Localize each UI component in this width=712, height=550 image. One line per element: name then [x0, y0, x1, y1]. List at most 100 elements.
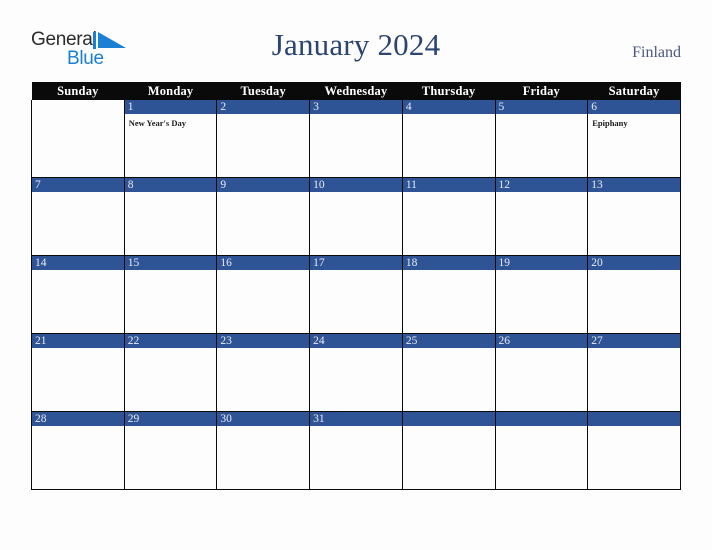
calendar-day-cell[interactable]: 5: [494, 100, 589, 178]
day-number: 15: [127, 257, 140, 269]
day-cell-inner: 18: [402, 256, 495, 333]
day-number-bar: 25: [402, 334, 495, 348]
weekday-header-thursday: Thursday: [402, 82, 496, 100]
calendar-empty-cell[interactable]: [494, 411, 589, 490]
day-number: 8: [127, 179, 134, 191]
calendar-day-cell[interactable]: 21: [31, 333, 125, 412]
calendar-empty-cell[interactable]: [587, 411, 681, 490]
day-number-bar: 29: [124, 412, 217, 426]
day-number-bar: 5: [495, 100, 588, 114]
day-number: 7: [35, 179, 41, 191]
day-cell-inner: [32, 100, 124, 177]
calendar-day-cell[interactable]: 23: [216, 333, 311, 412]
calendar-empty-cell[interactable]: [401, 411, 496, 490]
day-number-bar: [402, 412, 495, 426]
calendar-day-cell[interactable]: 30: [216, 411, 311, 490]
calendar-day-cell[interactable]: 11: [401, 177, 496, 256]
day-number-bar: 3: [310, 100, 402, 114]
holiday-event: Epiphany: [592, 118, 628, 128]
day-number-bar: 14: [32, 256, 124, 270]
calendar-day-cell[interactable]: 18: [401, 255, 496, 334]
day-cell-inner: 1 New Year's Day: [124, 100, 217, 177]
day-number-bar: 21: [32, 334, 124, 348]
calendar-day-cell[interactable]: 27: [587, 333, 681, 412]
day-number-bar: 10: [310, 178, 402, 192]
day-cell-inner: 19: [495, 256, 588, 333]
calendar-day-cell[interactable]: 1 New Year's Day: [123, 100, 218, 178]
day-number: 3: [313, 101, 319, 113]
calendar-day-cell[interactable]: 4: [401, 100, 496, 178]
day-number-bar: [588, 412, 680, 426]
day-number-bar: 24: [310, 334, 402, 348]
calendar-day-cell[interactable]: 20: [587, 255, 681, 334]
calendar-day-cell[interactable]: 9: [216, 177, 311, 256]
day-cell-inner: 12: [495, 178, 588, 255]
day-number: 16: [220, 257, 232, 269]
calendar-day-cell[interactable]: 6 Epiphany: [587, 100, 681, 178]
day-number-bar: 15: [124, 256, 217, 270]
day-cell-inner: 24: [310, 334, 402, 411]
day-number-bar: 18: [402, 256, 495, 270]
day-number: 5: [498, 101, 505, 113]
calendar-empty-cell[interactable]: [31, 100, 125, 178]
calendar-day-cell[interactable]: 13: [587, 177, 681, 256]
day-cell-inner: 25: [402, 334, 495, 411]
calendar-week-row: 28 29 30 31: [31, 411, 681, 490]
calendar-day-cell[interactable]: 28: [31, 411, 125, 490]
day-number-bar: 13: [588, 178, 680, 192]
calendar-day-cell[interactable]: 12: [494, 177, 589, 256]
calendar-day-cell[interactable]: 3: [309, 100, 403, 178]
calendar-day-cell[interactable]: 7: [31, 177, 125, 256]
day-cell-inner: 7: [32, 178, 124, 255]
day-cell-inner: 28: [32, 412, 124, 489]
day-number: 28: [35, 413, 47, 425]
day-number: 12: [498, 179, 511, 191]
holiday-event: New Year's Day: [128, 118, 186, 128]
calendar-day-cell[interactable]: 19: [494, 255, 589, 334]
calendar-day-cell[interactable]: 2: [216, 100, 311, 178]
calendar-day-cell[interactable]: 22: [123, 333, 218, 412]
page-header: General Blue January 2024 Finland: [0, 0, 712, 82]
calendar-day-cell[interactable]: 24: [309, 333, 403, 412]
calendar-body: 1 New Year's Day 2 3 4 5 6 Epiphany 7 8 9 10 11 12 13 1…: [31, 100, 681, 490]
day-number-bar: 23: [217, 334, 310, 348]
calendar-day-cell[interactable]: 16: [216, 255, 311, 334]
day-number-bar: [32, 100, 124, 114]
weekday-header-sunday: Sunday: [31, 82, 125, 100]
day-number-bar: 27: [588, 334, 680, 348]
day-cell-inner: 9: [217, 178, 310, 255]
calendar-week-row: 1 New Year's Day 2 3 4 5 6 Epiphany: [31, 100, 681, 178]
day-number: 21: [35, 335, 47, 347]
calendar-week-row: 14 15 16 17 18 19 20: [31, 255, 681, 334]
page-title: January 2024: [271, 27, 441, 62]
calendar-day-cell[interactable]: 29: [123, 411, 218, 490]
calendar-day-cell[interactable]: 26: [494, 333, 589, 412]
weekday-header-friday: Friday: [495, 82, 588, 100]
day-events: New Year's Day: [125, 114, 217, 129]
day-number: 1: [127, 101, 134, 113]
day-number: 26: [498, 335, 511, 347]
day-cell-inner: 21: [32, 334, 124, 411]
day-number: 10: [313, 179, 325, 191]
calendar-day-cell[interactable]: 15: [123, 255, 218, 334]
day-number: 20: [591, 257, 603, 269]
day-cell-inner: 8: [124, 178, 217, 255]
day-number: 27: [591, 335, 603, 347]
calendar-day-cell[interactable]: 17: [309, 255, 403, 334]
calendar-page: General Blue January 2024 Finland Sunday…: [0, 0, 712, 550]
calendar-day-cell[interactable]: 10: [309, 177, 403, 256]
calendar-day-cell[interactable]: 14: [31, 255, 125, 334]
day-number: 9: [220, 179, 227, 191]
day-number-bar: 8: [124, 178, 217, 192]
day-number: 22: [127, 335, 140, 347]
day-number: 14: [35, 257, 47, 269]
weekday-header-saturday: Saturday: [587, 82, 681, 100]
calendar-day-cell[interactable]: 8: [123, 177, 218, 256]
calendar-week-row: 21 22 23 24 25 26 27: [31, 333, 681, 412]
day-cell-inner: 2: [217, 100, 310, 177]
day-cell-inner: 31: [310, 412, 402, 489]
calendar-day-cell[interactable]: 25: [401, 333, 496, 412]
calendar-week-row: 7 8 9 10 11 12 13: [31, 177, 681, 256]
day-cell-inner: 4: [402, 100, 495, 177]
calendar-day-cell[interactable]: 31: [309, 411, 403, 490]
